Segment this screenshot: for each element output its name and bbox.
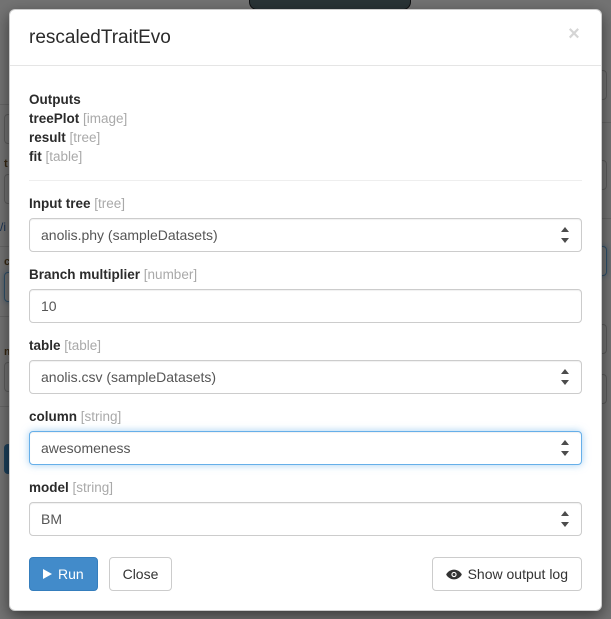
chevron-updown-icon xyxy=(561,227,570,243)
field-type-tag: [number] xyxy=(143,267,198,282)
output-type: [image] xyxy=(83,111,128,126)
run-button[interactable]: Run xyxy=(29,557,98,591)
field-label-text: model xyxy=(29,480,69,495)
show-output-log-button[interactable]: Show output log xyxy=(431,557,582,591)
branch-multiplier-value: 10 xyxy=(41,298,57,314)
form-group-table: table [table] anolis.csv (sampleDatasets… xyxy=(29,337,582,394)
run-button-label: Run xyxy=(58,566,84,582)
output-item: result [tree] xyxy=(29,128,582,147)
output-item: treePlot [image] xyxy=(29,109,582,128)
play-icon xyxy=(43,569,52,579)
field-type-tag: [string] xyxy=(80,409,122,424)
output-name: treePlot xyxy=(29,111,80,126)
output-name: result xyxy=(29,130,66,145)
eye-icon xyxy=(445,569,462,580)
chevron-updown-icon xyxy=(561,440,570,456)
form-group-model: model [string] BM xyxy=(29,479,582,536)
outputs-divider xyxy=(29,180,582,181)
table-value: anolis.csv (sampleDatasets) xyxy=(41,369,217,385)
output-type: [tree] xyxy=(69,130,101,145)
chevron-updown-icon xyxy=(561,511,570,527)
field-label-text: Branch multiplier xyxy=(29,267,141,282)
field-label-column: column [string] xyxy=(29,408,582,426)
branch-multiplier-input[interactable]: 10 xyxy=(29,289,582,323)
field-label-text: table xyxy=(29,338,61,353)
column-value: awesomeness xyxy=(41,440,131,456)
show-output-log-label: Show output log xyxy=(467,566,568,582)
input-tree-value: anolis.phy (sampleDatasets) xyxy=(41,227,218,243)
modal-dialog: rescaledTraitEvo × Outputs treePlot [ima… xyxy=(9,9,602,611)
model-select[interactable]: BM xyxy=(29,502,582,536)
output-item: fit [table] xyxy=(29,147,582,166)
field-type-tag: [string] xyxy=(72,480,114,495)
close-button[interactable]: Close xyxy=(108,557,173,591)
close-icon[interactable]: × xyxy=(563,23,585,45)
field-type-tag: [table] xyxy=(64,338,102,353)
output-name: fit xyxy=(29,149,42,164)
field-label-branch-multiplier: Branch multiplier [number] xyxy=(29,266,582,284)
field-label-text: Input tree xyxy=(29,196,91,211)
table-select[interactable]: anolis.csv (sampleDatasets) xyxy=(29,360,582,394)
field-label-table: table [table] xyxy=(29,337,582,355)
modal-body: Outputs treePlot [image] result [tree] f… xyxy=(10,66,601,536)
field-label-input-tree: Input tree [tree] xyxy=(29,195,582,213)
chevron-updown-icon xyxy=(561,369,570,385)
modal-header: rescaledTraitEvo × xyxy=(10,10,601,66)
model-value: BM xyxy=(41,511,62,527)
form-group-input-tree: Input tree [tree] anolis.phy (sampleData… xyxy=(29,195,582,252)
outputs-section: Outputs treePlot [image] result [tree] f… xyxy=(29,90,582,166)
form-group-branch-multiplier: Branch multiplier [number] 10 xyxy=(29,266,582,323)
modal-footer: Run Close Show output log xyxy=(10,550,601,607)
input-tree-select[interactable]: anolis.phy (sampleDatasets) xyxy=(29,218,582,252)
field-label-model: model [string] xyxy=(29,479,582,497)
field-label-text: column xyxy=(29,409,78,424)
column-select[interactable]: awesomeness xyxy=(29,431,582,465)
output-type: [table] xyxy=(45,149,83,164)
outputs-heading: Outputs xyxy=(29,92,81,107)
field-type-tag: [tree] xyxy=(94,196,126,211)
modal-title: rescaledTraitEvo xyxy=(29,27,171,48)
form-group-column: column [string] awesomeness xyxy=(29,408,582,465)
